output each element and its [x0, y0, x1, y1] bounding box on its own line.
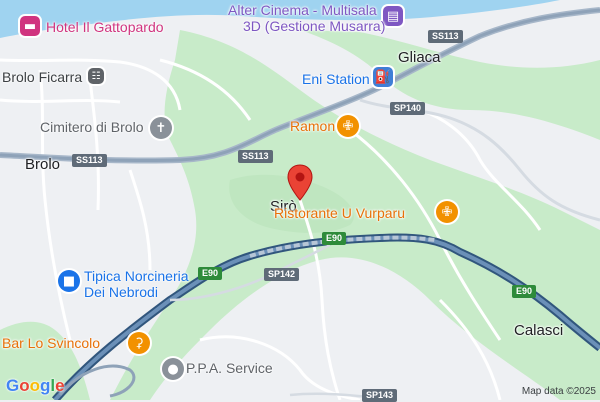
place-label-brolo[interactable]: Brolo [25, 156, 60, 173]
place-label-norcineria-2[interactable]: Dei Nebrodi [84, 284, 158, 300]
place-label-vurparu[interactable]: Ristorante U Vurparu [274, 205, 405, 221]
cemetery-icon[interactable]: ✝ [150, 117, 172, 139]
service-icon[interactable]: ● [162, 358, 184, 380]
road-shield-sp140: SP140 [390, 102, 426, 115]
shop-icon[interactable]: ■ [58, 270, 80, 292]
bar-icon[interactable]: ⚳ [128, 332, 150, 354]
road-shield-e90: E90 [198, 267, 223, 280]
place-label-hotel[interactable]: Hotel Il Gattopardo [46, 19, 164, 35]
place-label-calasci[interactable]: Calasci [514, 322, 563, 339]
road-shield-e90: E90 [322, 232, 347, 245]
place-label-cinema-2[interactable]: 3D (Gestione Musarra) [243, 18, 385, 34]
location-pin-icon[interactable] [286, 164, 314, 202]
place-label-eni[interactable]: Eni Station [302, 71, 370, 87]
road-shield-ss113: SS113 [238, 150, 273, 163]
google-logo: Google [6, 376, 65, 395]
cinema-icon[interactable]: ▤ [383, 6, 403, 26]
place-label-norcineria-1[interactable]: Tipica Norcineria [84, 268, 189, 284]
place-label-cimitero[interactable]: Cimitero di Brolo [40, 119, 143, 135]
place-label-cinema-1[interactable]: Alter Cinema - Multisala [228, 2, 377, 18]
train-station-icon[interactable]: ☷ [88, 68, 104, 84]
place-label-brolo-ficarra[interactable]: Brolo Ficarra [2, 69, 82, 85]
restaurant-icon[interactable]: ✙ [337, 115, 359, 137]
place-label-svincolo[interactable]: Bar Lo Svincolo [2, 335, 100, 351]
place-label-ramon[interactable]: Ramon [290, 118, 335, 134]
road-shield-ss113: SS113 [72, 154, 107, 167]
road-shield-sp142: SP142 [264, 268, 300, 281]
map-attribution[interactable]: Map data ©2025 [522, 386, 596, 397]
fuel-icon[interactable]: ⛽ [373, 67, 393, 87]
hotel-icon[interactable]: ▬ [20, 16, 40, 36]
place-label-gliaca[interactable]: Gliaca [398, 49, 441, 66]
restaurant-icon[interactable]: ✙ [436, 201, 458, 223]
road-shield-e90: E90 [512, 285, 537, 298]
place-label-ppa[interactable]: P.P.A. Service [186, 360, 273, 376]
road-shield-sp143: SP143 [362, 389, 398, 402]
road-shield-ss113: SS113 [428, 30, 463, 43]
